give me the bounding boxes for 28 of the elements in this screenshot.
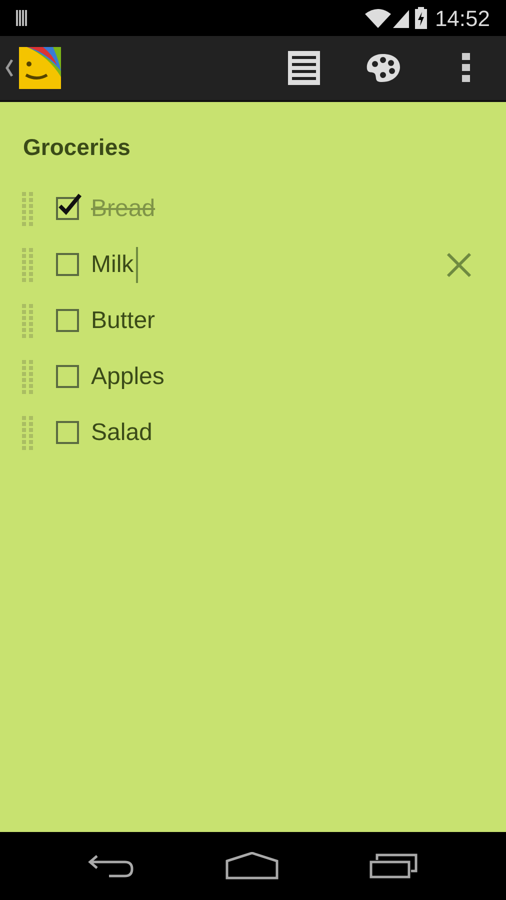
- back-icon[interactable]: [87, 853, 135, 879]
- back-caret-icon[interactable]: [4, 59, 14, 77]
- note-title: Groceries: [23, 133, 130, 162]
- item-text[interactable]: Apples: [91, 358, 166, 394]
- item-text[interactable]: Milk: [91, 246, 138, 282]
- recent-apps-icon[interactable]: [369, 853, 419, 879]
- palette-icon[interactable]: [366, 54, 400, 82]
- overflow-menu-icon[interactable]: [462, 53, 470, 83]
- notification-icon: [16, 10, 28, 26]
- checkbox[interactable]: [56, 253, 79, 276]
- drag-handle-icon[interactable]: [22, 248, 34, 282]
- item-text[interactable]: Butter: [91, 302, 158, 338]
- drag-handle-icon[interactable]: [22, 360, 34, 394]
- drag-handle-icon[interactable]: [22, 416, 34, 450]
- checkbox[interactable]: [56, 421, 79, 444]
- battery-icon: [414, 7, 427, 29]
- item-text[interactable]: Salad: [91, 414, 154, 450]
- checkbox[interactable]: [56, 365, 79, 388]
- home-icon[interactable]: [225, 852, 279, 880]
- wifi-icon: [364, 8, 391, 28]
- signal-icon: [392, 8, 409, 28]
- app-logo-icon[interactable]: [19, 47, 61, 89]
- clock-text: 14:52: [434, 4, 490, 32]
- checkbox[interactable]: [56, 309, 79, 332]
- delete-icon[interactable]: [446, 252, 472, 278]
- drag-handle-icon[interactable]: [22, 304, 34, 338]
- list-view-icon[interactable]: [288, 51, 320, 85]
- drag-handle-icon[interactable]: [22, 192, 34, 226]
